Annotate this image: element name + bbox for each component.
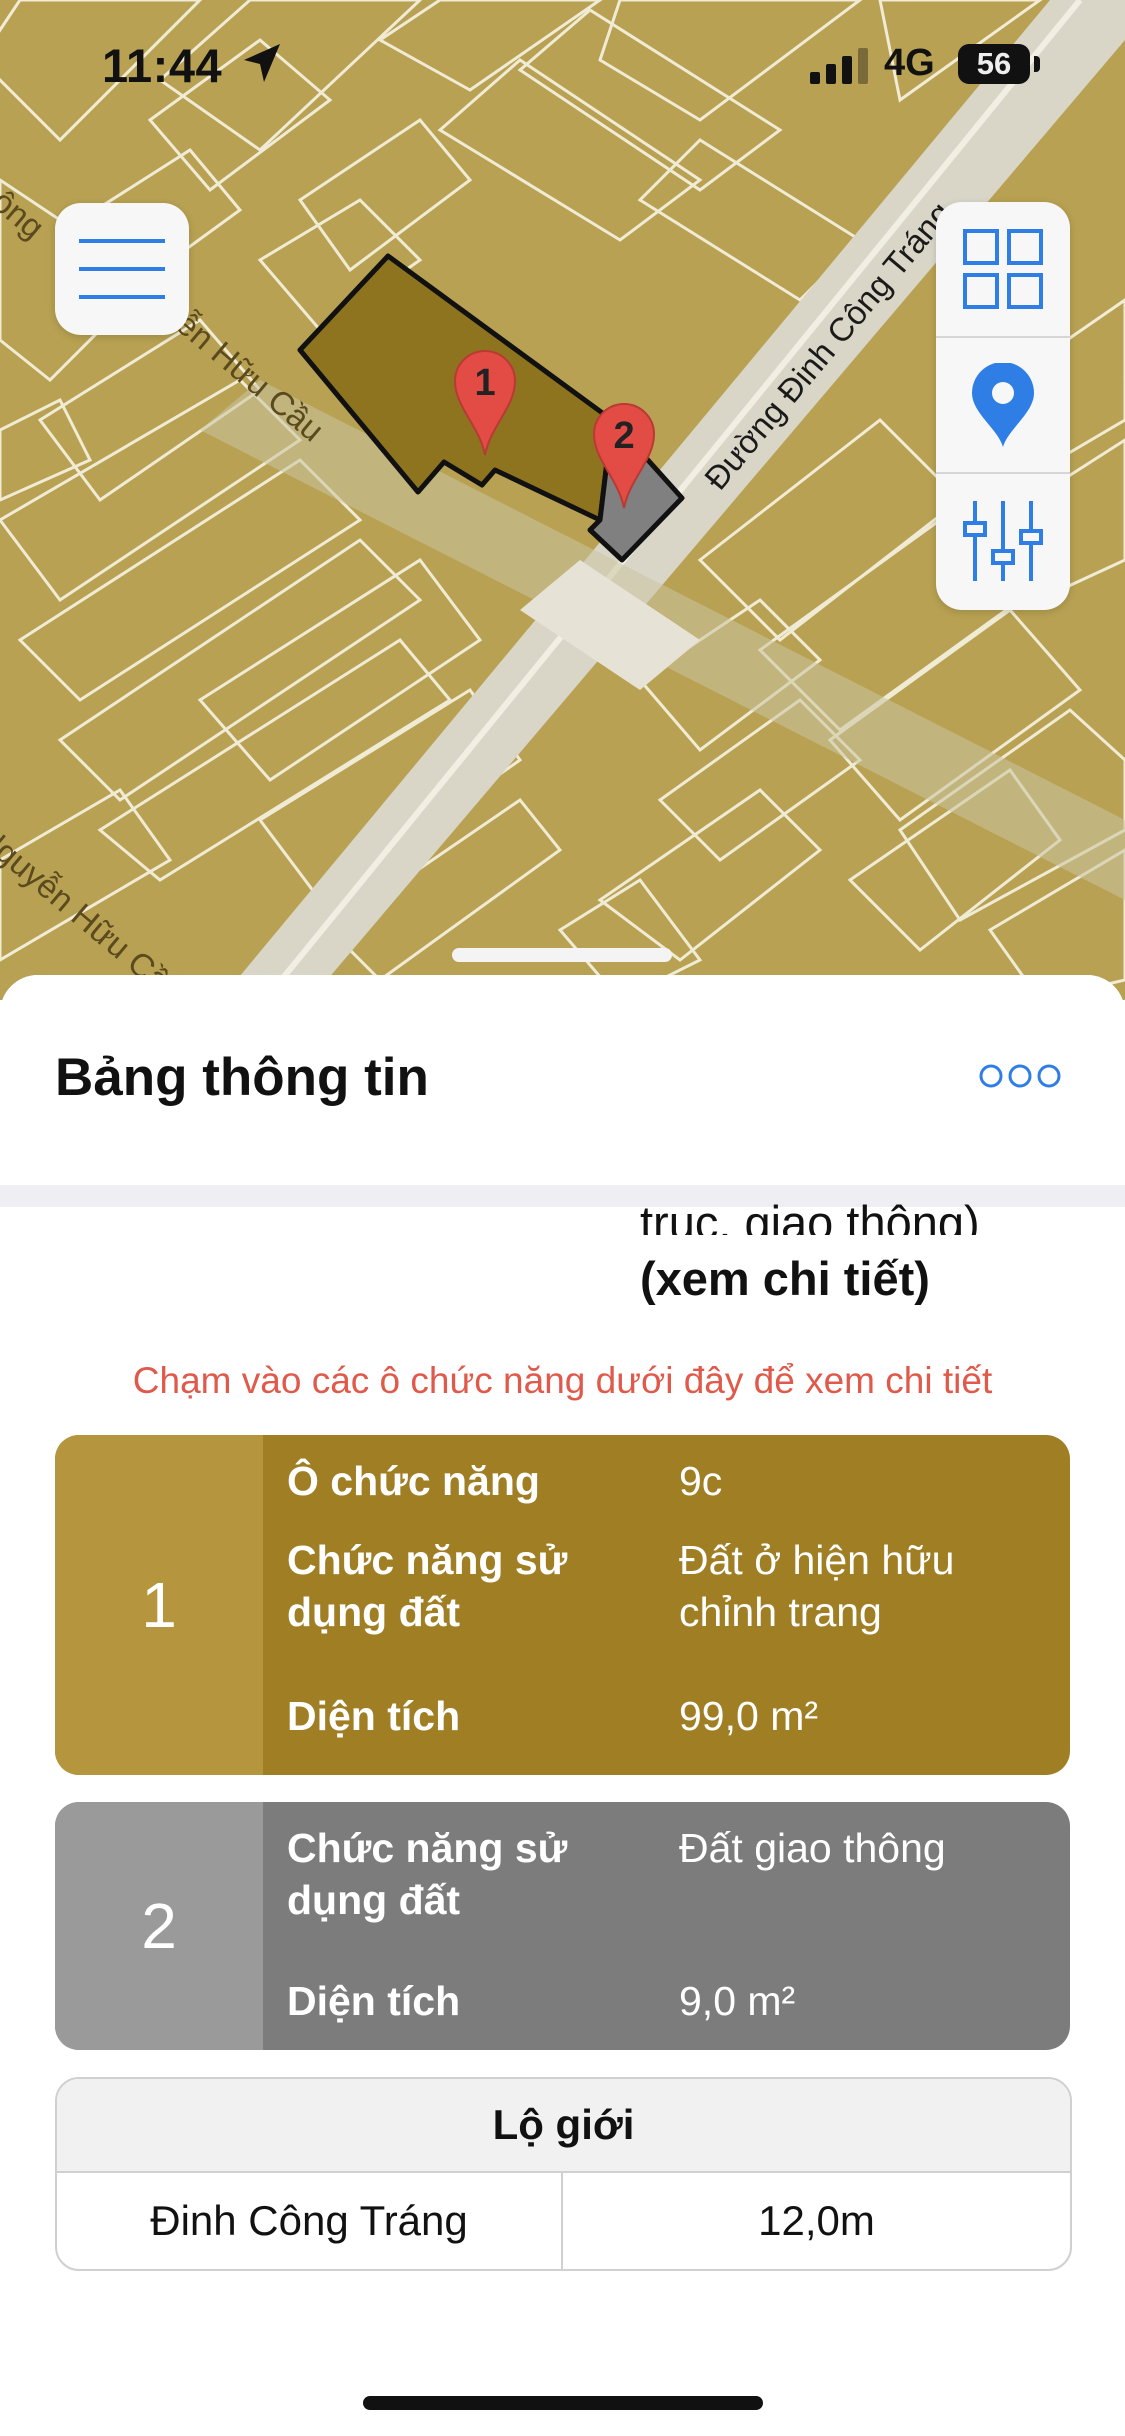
function-cell-label: Ô chức năng [287,1458,540,1504]
more-dots-icon [979,1064,1061,1088]
road-width-cell: 12,0m [758,2197,875,2244]
area-value: 9,0 m² [679,1978,796,2024]
cellular-signal-icon [810,48,876,89]
status-time: 11:44 [102,39,223,92]
my-location-button[interactable] [936,338,1070,472]
info-sheet: Bảng thông tin trục, giao thông) (xem ch… [0,975,1125,2436]
road-boundary-table: Lộ giới Đinh Công Tráng 12,0m [55,2077,1072,2271]
sheet-grabber[interactable] [452,948,672,962]
road-table-header: Lộ giới [57,2079,1070,2173]
layers-grid-icon [963,229,1043,309]
sliders-icon [963,501,1043,581]
sheet-title: Bảng thông tin [55,1048,429,1107]
menu-button[interactable] [55,203,189,335]
svg-text:2: 2 [613,415,634,457]
previous-content-text: trục, giao thông) [640,1196,980,1235]
parcel-number: 1 [55,1435,263,1775]
parcel-details: Chức năng sử dụng đất Đất giao thông Diệ… [263,1802,1070,2050]
more-options-button[interactable] [978,1063,1062,1094]
location-arrow-icon [240,42,282,89]
tap-hint: Chạm vào các ô chức năng dưới đây để xem… [132,1360,993,1401]
layers-button[interactable] [936,202,1070,336]
area-label: Diện tích [287,1978,461,2024]
location-pin-icon [972,363,1034,447]
menu-icon [79,239,165,299]
battery-cap [1034,56,1040,72]
parcel-card-1[interactable]: 1 Ô chức năng 9c Chức năng sử dụng đất Đ… [55,1435,1070,1775]
sheet-header: Bảng thông tin [0,975,1125,1185]
land-use-value: Đất ở hiện hữu chỉnh trang [679,1537,955,1635]
road-name-cell: Đinh Công Tráng [57,2173,563,2269]
map-view[interactable]: Đường Đinh Công Tráng Nguyễn Hữu Cầu ông… [0,0,1125,1000]
view-details-link[interactable]: (xem chi tiết) [640,1251,930,1307]
svg-text:1: 1 [474,362,495,404]
parcel-number: 2 [55,1802,263,2050]
land-use-label: Chức năng sử dụng đất [287,1537,568,1635]
parcel-card-2[interactable]: 2 Chức năng sử dụng đất Đất giao thông D… [55,1802,1070,2050]
network-type: 4G [884,42,935,84]
status-bar: 11:44 4G 56 [0,0,1125,130]
land-use-label: Chức năng sử dụng đất [287,1825,568,1923]
land-use-value: Đất giao thông [679,1825,946,1871]
area-value: 99,0 m² [679,1693,818,1739]
map-control-stack [936,202,1070,610]
filter-button[interactable] [936,474,1070,608]
battery-icon: 56 [958,44,1030,84]
parcel-details: Ô chức năng 9c Chức năng sử dụng đất Đất… [263,1435,1070,1775]
area-label: Diện tích [287,1693,461,1739]
function-cell-value: 9c [679,1458,723,1504]
home-indicator[interactable] [363,2396,763,2410]
